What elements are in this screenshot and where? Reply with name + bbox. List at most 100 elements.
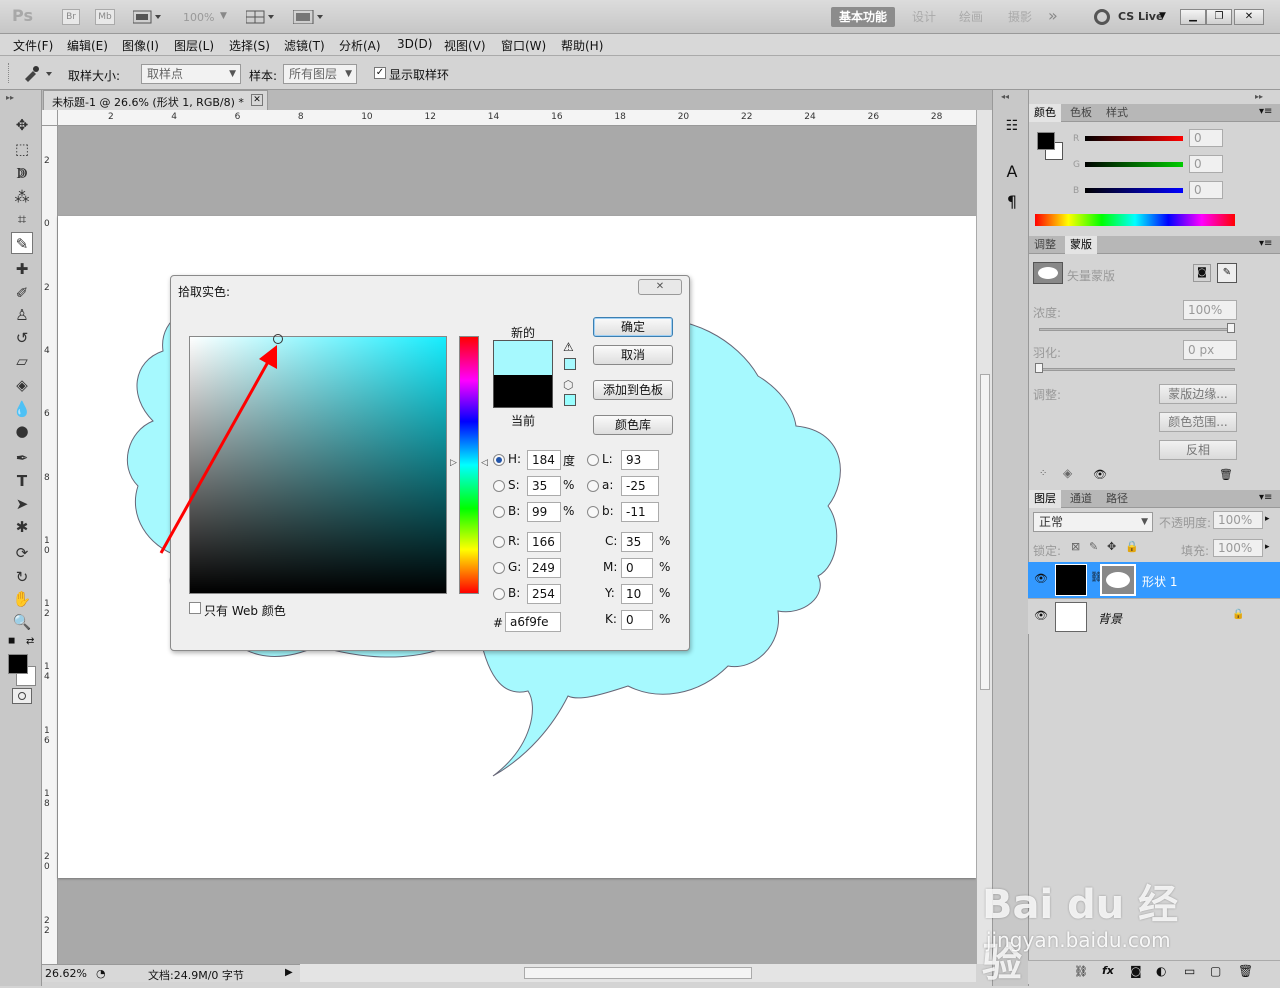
delete-layer-icon[interactable]: 🗑 xyxy=(1238,964,1253,978)
ok-button[interactable]: 确定 xyxy=(593,317,673,337)
color-range-button[interactable]: 颜色范围... xyxy=(1159,412,1237,432)
zoom-dropdown-icon[interactable]: ▼ xyxy=(220,11,227,21)
panels-collapse-icon[interactable]: ▸▸ xyxy=(1255,92,1263,101)
lock-image-icon[interactable]: ✎ xyxy=(1089,540,1098,553)
cs-live-menu[interactable]: CS Live xyxy=(1118,10,1163,23)
layer-visibility-eye-icon[interactable]: 👁 xyxy=(1034,572,1048,585)
density-input[interactable]: 100% xyxy=(1183,300,1237,320)
density-slider-thumb[interactable] xyxy=(1227,323,1235,333)
more-workspaces-button[interactable]: » xyxy=(1048,6,1058,25)
3d-orbit-icon[interactable]: ↻ xyxy=(11,566,33,588)
layer-name[interactable]: 背景 xyxy=(1098,610,1122,627)
character-panel-icon[interactable]: A xyxy=(1001,162,1023,184)
lock-all-icon[interactable]: 🔒 xyxy=(1125,540,1139,553)
sample-select[interactable]: 所有图层 ▼ xyxy=(283,64,357,84)
invert-button[interactable]: 反相 xyxy=(1159,440,1237,460)
red-input[interactable]: 166 xyxy=(527,532,561,552)
close-icon[interactable]: ✕ xyxy=(1234,9,1264,25)
layer-visibility-eye-icon[interactable]: 👁 xyxy=(1034,609,1048,622)
show-ring-checkbox[interactable]: ✓ xyxy=(374,67,386,79)
hue-input[interactable]: 184 xyxy=(527,450,561,470)
mini-bridge-button[interactable]: Mb xyxy=(95,9,115,25)
menu-image[interactable]: 图像(I) xyxy=(122,37,159,54)
horizontal-scrollbar[interactable] xyxy=(300,964,976,982)
close-document-icon[interactable]: ✕ xyxy=(251,94,263,106)
tools-collapse-icon[interactable]: ▸▸ xyxy=(6,93,14,102)
eraser-tool-icon[interactable]: ▱ xyxy=(11,350,33,372)
menu-help[interactable]: 帮助(H) xyxy=(561,37,603,54)
tab-styles[interactable]: 样式 xyxy=(1101,104,1133,122)
add-vector-mask-icon[interactable]: ✎ xyxy=(1217,263,1237,283)
quick-select-tool-icon[interactable]: ⁂ xyxy=(11,186,33,208)
zoom-tool-icon[interactable]: 🔍 xyxy=(11,611,33,633)
shape-tool-icon[interactable]: ✱ xyxy=(11,516,33,538)
type-tool-icon[interactable]: T xyxy=(11,470,33,492)
blue-input[interactable]: 254 xyxy=(527,584,561,604)
zoom-level[interactable]: 100% xyxy=(183,11,214,24)
brush-tool-icon[interactable]: ✐ xyxy=(11,282,33,304)
status-menu-arrow-icon[interactable]: ▶ xyxy=(285,967,293,978)
status-zoom[interactable]: 26.62% xyxy=(45,967,87,980)
gamut-correction-swatch[interactable] xyxy=(564,358,576,370)
menu-edit[interactable]: 编辑(E) xyxy=(67,37,108,54)
new-group-icon[interactable]: ▭ xyxy=(1184,964,1195,978)
cs-live-dropdown-icon[interactable]: ▼ xyxy=(1159,11,1166,21)
hex-input[interactable]: a6f9fe xyxy=(505,612,561,632)
horizontal-scroll-thumb[interactable] xyxy=(524,967,752,979)
web-safe-warning-icon[interactable]: ⬡ xyxy=(563,378,573,392)
paint-bucket-icon[interactable]: ◈ xyxy=(11,374,33,396)
lightness-input[interactable]: 93 xyxy=(621,450,659,470)
add-mask-icon[interactable]: ◙ xyxy=(1130,964,1142,978)
tab-paths[interactable]: 路径 xyxy=(1101,490,1133,508)
panel-g-input[interactable]: 0 xyxy=(1189,155,1223,173)
lab-a-input[interactable]: -25 xyxy=(621,476,659,496)
green-input[interactable]: 249 xyxy=(527,558,561,578)
blend-mode-select[interactable]: 正常 ▼ xyxy=(1033,512,1153,532)
current-color-swatch[interactable] xyxy=(494,375,552,407)
menu-analysis[interactable]: 分析(A) xyxy=(339,37,381,54)
blue-slider[interactable] xyxy=(1085,188,1183,193)
add-to-swatches-button[interactable]: 添加到色板 xyxy=(593,380,673,400)
menu-3d[interactable]: 3D(D) xyxy=(397,37,432,51)
opacity-input[interactable]: 100% xyxy=(1213,511,1263,529)
eyedropper-tool-icon[interactable]: ✎ xyxy=(11,232,33,254)
feather-slider[interactable] xyxy=(1039,368,1235,371)
add-pixel-mask-icon[interactable]: ◙ xyxy=(1193,264,1211,282)
red-slider[interactable] xyxy=(1085,136,1183,141)
fill-input[interactable]: 100% xyxy=(1213,539,1263,557)
feather-slider-thumb[interactable] xyxy=(1035,363,1043,373)
brightness-input[interactable]: 99 xyxy=(527,502,561,522)
default-colors-icon[interactable]: ◼ xyxy=(8,636,15,646)
panel-b-input[interactable]: 0 xyxy=(1189,181,1223,199)
menu-file[interactable]: 文件(F) xyxy=(13,37,53,54)
tab-channels[interactable]: 通道 xyxy=(1065,490,1097,508)
cyan-input[interactable]: 35 xyxy=(621,532,653,552)
extras-menu-icon[interactable] xyxy=(132,10,163,24)
lock-transparent-icon[interactable]: ⊠ xyxy=(1071,540,1080,553)
color-spectrum-ramp[interactable] xyxy=(1035,214,1235,226)
lab-b-radio[interactable] xyxy=(587,506,599,518)
cancel-button[interactable]: 取消 xyxy=(593,345,673,365)
dialog-close-icon[interactable]: ✕ xyxy=(638,279,682,295)
feather-input[interactable]: 0 px xyxy=(1183,340,1237,360)
eyedropper-preset-icon[interactable] xyxy=(22,64,54,82)
magenta-input[interactable]: 0 xyxy=(621,558,653,578)
workspace-painting[interactable]: 绘画 xyxy=(951,7,991,27)
layer-row[interactable]: 👁 背景 🔒 xyxy=(1028,598,1280,634)
masks-panel-menu-icon[interactable]: ▾≡ xyxy=(1259,238,1272,249)
foreground-color-swatch[interactable] xyxy=(8,654,28,674)
adjustment-layer-icon[interactable]: ◐ xyxy=(1156,964,1166,978)
hue-slider[interactable] xyxy=(459,336,479,594)
load-selection-icon[interactable]: ⁘ xyxy=(1039,468,1047,479)
screen-mode-icon[interactable] xyxy=(292,9,325,25)
layer-name[interactable]: 形状 1 xyxy=(1142,573,1177,590)
yellow-input[interactable]: 10 xyxy=(621,584,653,604)
layer-row[interactable]: 👁 ⛓ 形状 1 xyxy=(1028,562,1280,598)
black-input[interactable]: 0 xyxy=(621,610,653,630)
toggle-mask-eye-icon[interactable]: 👁 xyxy=(1093,468,1107,481)
hue-radio[interactable] xyxy=(493,454,505,466)
vertical-scrollbar[interactable] xyxy=(976,110,992,964)
menu-window[interactable]: 窗口(W) xyxy=(501,37,546,54)
gamut-warning-icon[interactable]: ⚠ xyxy=(563,340,574,354)
lightness-radio[interactable] xyxy=(587,454,599,466)
